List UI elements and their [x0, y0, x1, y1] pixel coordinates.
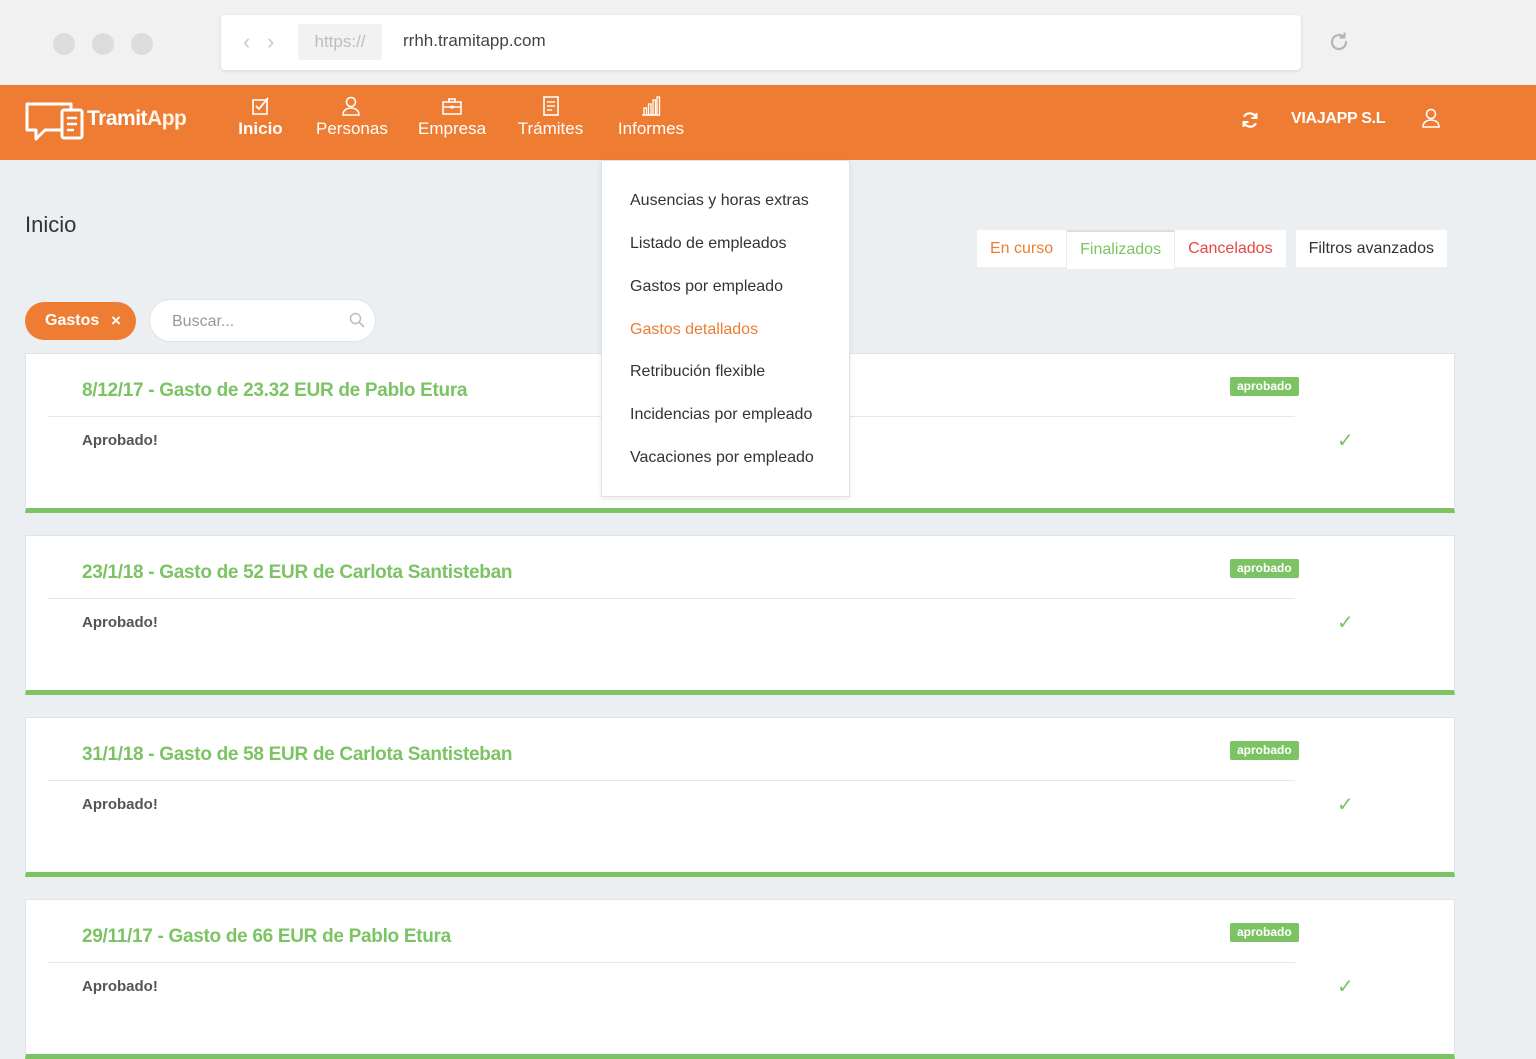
expense-card[interactable]: 29/11/17 - Gasto de 66 EUR de Pablo Etur… — [25, 899, 1455, 1059]
user-account-icon[interactable] — [1420, 107, 1442, 129]
menu-item-retribucion-flexible[interactable]: Retribución flexible — [630, 363, 765, 381]
url-protocol: https:// — [298, 24, 382, 60]
check-icon: ✓ — [1337, 794, 1354, 816]
expense-title[interactable]: 29/11/17 - Gasto de 66 EUR de Pablo Etur… — [82, 926, 451, 948]
bar-chart-icon — [642, 96, 661, 116]
brand-name-part1: Tramit — [87, 107, 148, 130]
company-name[interactable]: VIAJAPP S.L — [1291, 110, 1386, 128]
back-icon[interactable]: ‹ — [243, 29, 250, 55]
check-icon: ✓ — [1337, 430, 1354, 452]
expense-card[interactable]: 23/1/18 - Gasto de 52 EUR de Carlota San… — [25, 535, 1455, 695]
person-icon — [342, 96, 360, 116]
menu-item-vacaciones[interactable]: Vacaciones por empleado — [630, 449, 814, 467]
tab-finalizados[interactable]: Finalizados — [1067, 230, 1176, 269]
check-icon: ✓ — [1337, 612, 1354, 634]
expense-status-text: Aprobado! — [82, 796, 158, 813]
filter-chip-label: Gastos — [45, 312, 100, 329]
expense-title[interactable]: 8/12/17 - Gasto de 23.32 EUR de Pablo Et… — [82, 380, 468, 402]
sync-icon[interactable] — [1240, 110, 1260, 130]
nav-item-label: Inicio — [238, 119, 283, 138]
card-divider — [48, 962, 1295, 963]
advanced-filters-button[interactable]: Filtros avanzados — [1295, 230, 1447, 267]
window-maximize-button[interactable] — [131, 33, 153, 55]
expense-title[interactable]: 31/1/18 - Gasto de 58 EUR de Carlota San… — [82, 744, 512, 766]
expense-title[interactable]: 23/1/18 - Gasto de 52 EUR de Carlota San… — [82, 562, 512, 584]
reload-icon[interactable] — [1327, 30, 1351, 54]
expense-status-text: Aprobado! — [82, 978, 158, 995]
window-minimize-button[interactable] — [92, 33, 114, 55]
search-icon[interactable] — [349, 312, 365, 328]
informes-dropdown-menu: Ausencias y horas extras Listado de empl… — [601, 160, 850, 497]
window-close-button[interactable] — [53, 33, 75, 55]
url-text[interactable]: rrhh.tramitapp.com — [403, 31, 546, 51]
menu-item-ausencias[interactable]: Ausencias y horas extras — [630, 192, 809, 210]
expense-status-text: Aprobado! — [82, 614, 158, 631]
tab-en-curso[interactable]: En curso — [977, 230, 1068, 267]
nav-item-personas[interactable]: Personas — [316, 95, 388, 139]
nav-item-informes[interactable]: Informes — [616, 95, 686, 139]
search-input[interactable] — [170, 310, 334, 334]
top-navbar: TramitApp Inicio Personas Empresa Trámit… — [0, 85, 1536, 160]
expense-card[interactable]: 31/1/18 - Gasto de 58 EUR de Carlota San… — [25, 717, 1455, 877]
close-icon[interactable]: × — [111, 302, 121, 340]
status-tabs: En curso Finalizados Cancelados Filtros … — [977, 230, 1447, 269]
checkbox-icon — [251, 97, 269, 115]
status-badge: aprobado — [1230, 559, 1299, 578]
status-badge: aprobado — [1230, 377, 1299, 396]
status-badge: aprobado — [1230, 923, 1299, 942]
card-divider — [48, 780, 1295, 781]
briefcase-icon — [441, 98, 462, 115]
nav-item-label: Trámites — [517, 119, 584, 138]
nav-item-label: Personas — [316, 119, 388, 138]
expense-status-text: Aprobado! — [82, 432, 158, 449]
nav-item-empresa[interactable]: Empresa — [418, 95, 487, 139]
menu-item-incidencias[interactable]: Incidencias por empleado — [630, 406, 812, 424]
nav-item-inicio[interactable]: Inicio — [237, 95, 284, 139]
nav-item-label: Empresa — [418, 119, 487, 138]
page-title: Inicio — [25, 212, 77, 237]
menu-item-gastos-detallados[interactable]: Gastos detallados — [630, 321, 758, 339]
card-divider — [48, 598, 1295, 599]
brand-name-part2: App — [147, 107, 187, 130]
nav-item-label: Informes — [617, 119, 685, 138]
search-box — [149, 299, 376, 342]
tramitapp-logo-icon[interactable] — [24, 96, 86, 148]
menu-item-listado-empleados[interactable]: Listado de empleados — [630, 235, 787, 253]
menu-item-gastos-empleado[interactable]: Gastos por empleado — [630, 278, 783, 296]
filter-chip-gastos[interactable]: Gastos × — [25, 302, 136, 340]
browser-chrome: ‹ › https:// rrhh.tramitapp.com — [0, 0, 1536, 85]
address-bar[interactable]: ‹ › https:// rrhh.tramitapp.com — [221, 15, 1301, 70]
document-icon — [542, 96, 559, 116]
check-icon: ✓ — [1337, 976, 1354, 998]
tab-cancelados[interactable]: Cancelados — [1175, 230, 1287, 267]
brand-name[interactable]: TramitApp — [87, 107, 187, 131]
forward-icon[interactable]: › — [267, 29, 274, 55]
nav-item-tramites[interactable]: Trámites — [517, 95, 584, 139]
status-badge: aprobado — [1230, 741, 1299, 760]
